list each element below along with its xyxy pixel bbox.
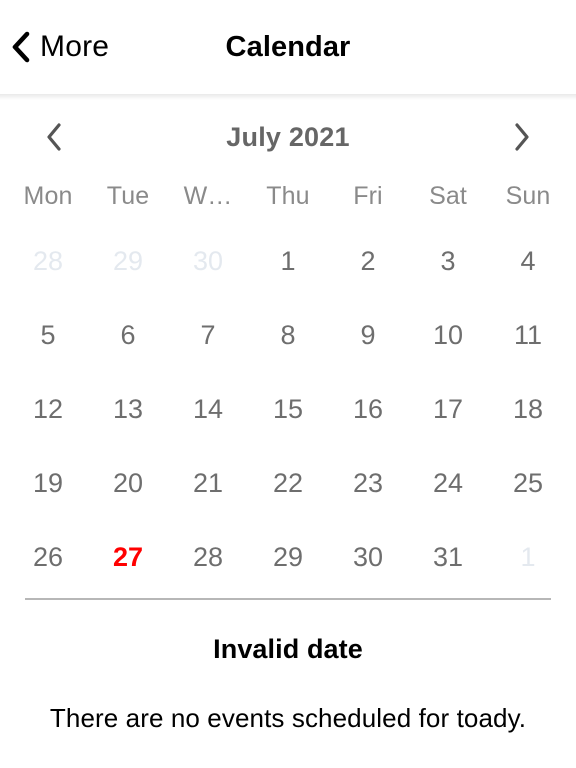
date-cell[interactable]: 12: [8, 372, 88, 446]
date-cell[interactable]: 29: [248, 520, 328, 594]
date-cell[interactable]: 24: [408, 446, 488, 520]
date-cell-today[interactable]: 27: [88, 520, 168, 594]
date-cell[interactable]: 18: [488, 372, 568, 446]
weekday-header-cell: Thu: [266, 181, 310, 210]
date-cell[interactable]: 29: [88, 224, 168, 298]
back-button[interactable]: More: [10, 0, 119, 94]
navigation-bar: More Calendar: [0, 0, 576, 100]
date-cell[interactable]: 5: [8, 298, 88, 372]
date-cell[interactable]: 1: [248, 224, 328, 298]
date-cell[interactable]: 20: [88, 446, 168, 520]
date-cell[interactable]: 22: [248, 446, 328, 520]
weekday-header-row: Mon Tue W… Thu Fri Sat Sun: [0, 170, 576, 222]
date-cell[interactable]: 10: [408, 298, 488, 372]
date-cell[interactable]: 1: [488, 520, 568, 594]
date-cell[interactable]: 30: [168, 224, 248, 298]
detail-section: Invalid date There are no events schedul…: [0, 594, 576, 768]
date-cell[interactable]: 8: [248, 298, 328, 372]
weekday-header-cell: Sun: [505, 181, 551, 210]
date-cell[interactable]: 21: [168, 446, 248, 520]
selected-date-title: Invalid date: [213, 634, 363, 664]
date-grid: 28 29 30 1 2 3 4 5 6 7 8 9 10 11 12 13 14 15 16 17 18 19 20 21 2…: [0, 224, 576, 594]
weekday-header-cell: Tue: [106, 181, 150, 210]
date-cell[interactable]: 19: [8, 446, 88, 520]
weekday-header-cell: W…: [183, 181, 233, 210]
date-cell[interactable]: 4: [488, 224, 568, 298]
date-cell[interactable]: 26: [8, 520, 88, 594]
events-empty-message: There are no events scheduled for toady.: [49, 703, 527, 733]
date-cell[interactable]: 11: [488, 298, 568, 372]
detail-divider: [25, 598, 551, 600]
date-cell[interactable]: 28: [168, 520, 248, 594]
date-cell[interactable]: 17: [408, 372, 488, 446]
date-cell[interactable]: 15: [248, 372, 328, 446]
next-month-button[interactable]: [490, 104, 554, 170]
date-cell[interactable]: 13: [88, 372, 168, 446]
previous-month-button[interactable]: [22, 104, 86, 170]
month-label: July 2021: [226, 121, 350, 152]
date-cell[interactable]: 31: [408, 520, 488, 594]
date-cell[interactable]: 3: [408, 224, 488, 298]
weekday-header-cell: Fri: [353, 181, 383, 210]
chevron-right-icon: [515, 123, 529, 151]
date-cell[interactable]: 9: [328, 298, 408, 372]
back-button-label: More: [40, 30, 110, 63]
date-cell[interactable]: 30: [328, 520, 408, 594]
date-cell[interactable]: 25: [488, 446, 568, 520]
calendar-screen: More Calendar July 2021 Mon Tue W… Thu Fri Sa…: [0, 0, 576, 768]
chevron-left-icon: [47, 123, 61, 151]
chevron-left-icon: [12, 31, 30, 63]
date-cell[interactable]: 2: [328, 224, 408, 298]
date-cell[interactable]: 28: [8, 224, 88, 298]
date-cell[interactable]: 23: [328, 446, 408, 520]
date-cell[interactable]: 16: [328, 372, 408, 446]
date-cell[interactable]: 14: [168, 372, 248, 446]
date-cell[interactable]: 6: [88, 298, 168, 372]
date-cell[interactable]: 7: [168, 298, 248, 372]
weekday-header-cell: Mon: [23, 181, 73, 210]
weekday-header-cell: Sat: [429, 181, 467, 210]
month-header: July 2021: [0, 104, 576, 170]
